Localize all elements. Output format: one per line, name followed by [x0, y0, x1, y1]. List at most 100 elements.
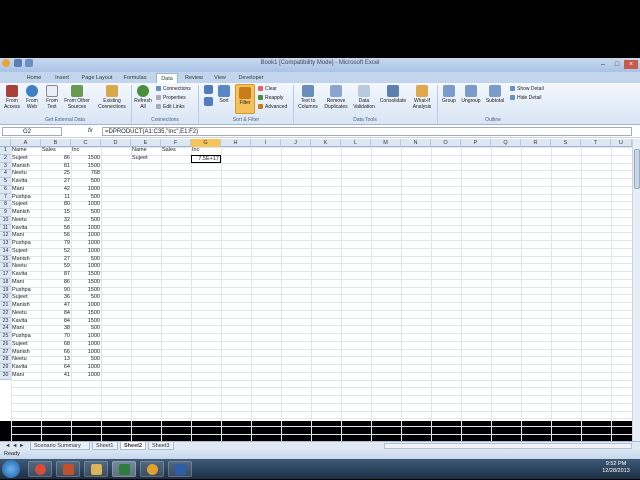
row-header[interactable]: 16 [0, 263, 11, 271]
column-header-g[interactable]: G [191, 139, 221, 147]
cell-b[interactable]: 80 [41, 201, 71, 209]
cell-c[interactable]: 1500 [71, 271, 101, 279]
cell-b[interactable]: Sales [41, 147, 71, 155]
formula-input[interactable]: =DPRODUCT(A1:C35,"Inc",E1:F2) [102, 127, 632, 136]
cell-c[interactable]: 1000 [71, 349, 101, 357]
column-header-t[interactable]: T [581, 139, 611, 147]
show-detail-button[interactable]: Show Detail [510, 85, 544, 93]
cell-a[interactable]: Pushpa [11, 333, 41, 341]
cell-b[interactable]: 32 [41, 217, 71, 225]
system-clock[interactable]: 9:52 PM 12/28/2013 [596, 461, 636, 475]
cell-a[interactable]: Neetu [11, 170, 41, 178]
tab-developer[interactable]: Developer [236, 73, 266, 83]
cell-c[interactable]: 500 [71, 294, 101, 302]
cell-b[interactable]: 52 [41, 248, 71, 256]
column-header-p[interactable]: P [461, 139, 491, 147]
cell-c[interactable]: 1000 [71, 201, 101, 209]
app-flower-icon[interactable] [140, 461, 164, 477]
advanced-button[interactable]: Advanced [258, 103, 287, 111]
group-button[interactable]: Group [440, 85, 458, 105]
column-header-q[interactable]: Q [491, 139, 521, 147]
column-header-m[interactable]: M [371, 139, 401, 147]
cell-c[interactable]: 1000 [71, 225, 101, 233]
cell-c[interactable]: 1000 [71, 186, 101, 194]
row-header[interactable]: 15 [0, 255, 11, 264]
clear-button[interactable]: Clear [258, 85, 277, 93]
column-header-a[interactable]: A [11, 139, 41, 147]
sheet-tab-sheet3[interactable]: Sheet3 [148, 442, 174, 450]
cell-c[interactable]: 500 [71, 194, 101, 202]
cell-b[interactable]: 86 [41, 155, 71, 163]
cell-c[interactable]: 1500 [71, 287, 101, 295]
column-header-c[interactable]: C [71, 139, 101, 147]
column-header-l[interactable]: L [341, 139, 371, 147]
name-box[interactable]: G2 [2, 127, 62, 136]
reapply-button[interactable]: Reapply [258, 94, 283, 102]
cell-b[interactable]: 38 [41, 325, 71, 333]
row-header[interactable]: 4 [0, 170, 11, 178]
cell-c[interactable]: 500 [71, 209, 101, 217]
cell-b[interactable]: 13 [41, 356, 71, 364]
criteria-cell-e2[interactable]: Sujeet [131, 155, 161, 163]
column-header-b[interactable]: B [41, 139, 71, 147]
file-explorer-icon[interactable] [84, 461, 108, 477]
cell-a[interactable]: Manish [11, 163, 41, 171]
cell-b[interactable]: 64 [41, 364, 71, 372]
cell-a[interactable]: Pushpa [11, 287, 41, 295]
cell-c[interactable]: 1500 [71, 279, 101, 287]
cell-a[interactable]: Kavita [11, 364, 41, 372]
tab-formulas[interactable]: Formulas [120, 73, 150, 83]
cell-c[interactable]: 1000 [71, 240, 101, 248]
cell-a[interactable]: Kavita [11, 225, 41, 233]
row-header[interactable]: 2 [0, 154, 11, 163]
row-header[interactable]: 25 [0, 333, 11, 341]
row-header[interactable]: 7 [0, 193, 11, 202]
sheet-nav-arrows-icon[interactable]: ◄ ◄ ► ► [2, 442, 28, 457]
tab-view[interactable]: View [210, 73, 230, 83]
cell-b[interactable]: 84 [41, 310, 71, 318]
sort-za-icon[interactable] [201, 97, 215, 108]
row-header[interactable]: 29 [0, 364, 11, 372]
cell-c[interactable]: 1000 [71, 263, 101, 271]
column-header-e[interactable]: E [131, 139, 161, 147]
cell-a[interactable]: Pushpa [11, 194, 41, 202]
cell-c[interactable]: 1000 [71, 333, 101, 341]
column-header-i[interactable]: I [251, 139, 281, 147]
cell-a[interactable]: Mani [11, 232, 41, 240]
criteria-cell-e1[interactable]: Name [131, 147, 161, 155]
cell-b[interactable]: 90 [41, 287, 71, 295]
row-header[interactable]: 28 [0, 356, 11, 364]
cell-c[interactable]: 500 [71, 325, 101, 333]
cell-b[interactable]: 81 [41, 163, 71, 171]
cell-b[interactable]: 42 [41, 186, 71, 194]
tab-home[interactable]: Home [22, 73, 46, 83]
cell-a[interactable]: Kavita [11, 178, 41, 186]
chrome-icon[interactable] [28, 461, 52, 477]
sheet-tab-sheet1[interactable]: Sheet1 [92, 442, 118, 450]
cell-a[interactable]: Neetu [11, 356, 41, 364]
cell-a[interactable]: Mani [11, 372, 41, 380]
column-header-h[interactable]: H [221, 139, 251, 147]
criteria-cell-g1[interactable]: Inc [191, 147, 221, 155]
cell-a[interactable]: Manish [11, 349, 41, 357]
cell-a[interactable]: Manish [11, 302, 41, 310]
cell-c[interactable]: 1500 [71, 318, 101, 326]
worksheet-grid[interactable]: A B C D E F G H I J K L M N O P Q R S T U 1 Name Sales Inc 2 Sujee… [0, 139, 632, 441]
row-header[interactable]: 3 [0, 162, 11, 171]
row-header[interactable]: 1 [0, 147, 11, 155]
criteria-cell-f1[interactable]: Sales [161, 147, 191, 155]
cell-b[interactable]: 79 [41, 240, 71, 248]
row-header[interactable]: 18 [0, 278, 11, 287]
tab-insert[interactable]: Insert [50, 73, 74, 83]
consolidate-button[interactable]: Consolidate [378, 85, 408, 105]
cell-c[interactable]: 1000 [71, 248, 101, 256]
row-header[interactable]: 23 [0, 317, 11, 326]
cell-b[interactable]: 25 [41, 170, 71, 178]
cell-b[interactable]: 58 [41, 225, 71, 233]
cell-c[interactable]: 1000 [71, 372, 101, 380]
cell-a[interactable]: Kavita [11, 271, 41, 279]
select-all-corner[interactable] [0, 139, 11, 147]
row-header[interactable]: 9 [0, 209, 11, 217]
row-header[interactable]: 10 [0, 216, 11, 225]
row-header[interactable]: 17 [0, 271, 11, 279]
